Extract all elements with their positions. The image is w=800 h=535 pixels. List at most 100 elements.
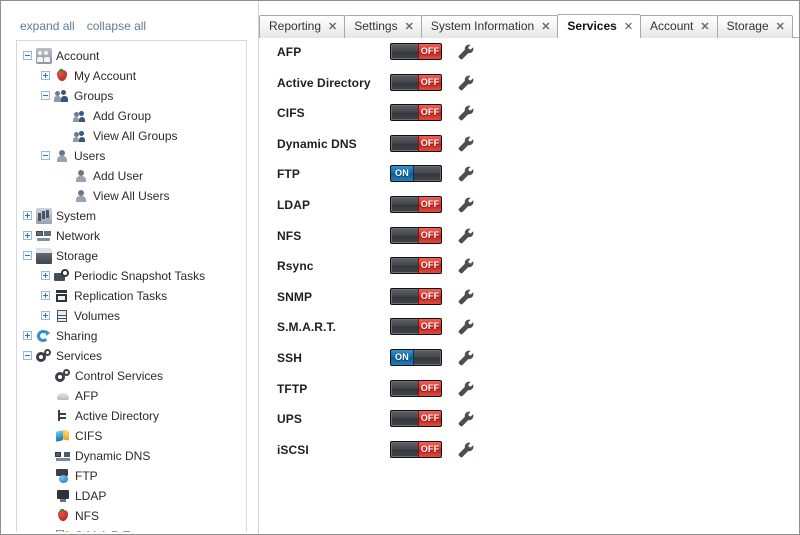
tree-item-add-group[interactable]: Add Group [17, 105, 246, 125]
tree-expand-icon[interactable] [41, 311, 50, 321]
service-toggle-off[interactable]: OFF [390, 226, 442, 244]
service-toggle-off[interactable]: OFF [390, 43, 442, 60]
smart-icon [55, 528, 71, 532]
wrench-icon[interactable] [457, 380, 475, 398]
service-toggle-off[interactable]: OFF [390, 195, 442, 213]
tree-item-ftp[interactable]: FTP [17, 465, 246, 485]
tree-item-view-all-groups[interactable]: View All Groups [17, 125, 246, 145]
tree-item-s-m-a-r-t[interactable]: S.M.A.R.T. [17, 525, 246, 532]
service-toggle-off[interactable]: OFF [390, 134, 442, 152]
service-name: Dynamic DNS [277, 136, 357, 151]
tab-close-icon[interactable]: ✕ [776, 17, 785, 38]
service-row: CIFS OFF [259, 99, 799, 130]
wrench-icon[interactable] [457, 318, 475, 336]
tree-collapse-icon[interactable] [41, 91, 50, 101]
wrench-icon[interactable] [457, 227, 475, 245]
tree-item-system[interactable]: System [17, 205, 246, 225]
tree-item-periodic-snapshot-tasks[interactable]: Periodic Snapshot Tasks [17, 265, 246, 285]
groups-icon [54, 88, 70, 104]
service-toggle-off[interactable]: OFF [390, 257, 442, 275]
tree-item-add-user[interactable]: Add User [17, 165, 246, 185]
tree-expand-icon[interactable] [23, 331, 32, 341]
wrench-icon[interactable] [457, 257, 475, 275]
tab-close-icon[interactable]: ✕ [405, 17, 414, 38]
tree-item-groups[interactable]: Groups [17, 85, 246, 105]
tree-item-control-services[interactable]: Control Services [17, 365, 246, 385]
wrench-icon[interactable] [457, 43, 475, 61]
service-row: UPS OFF [259, 405, 799, 436]
wrench-icon[interactable] [457, 410, 475, 428]
tab-close-icon[interactable]: ✕ [700, 17, 709, 38]
tree-collapse-icon[interactable] [23, 251, 32, 261]
tree-item-ldap[interactable]: LDAP [17, 485, 246, 505]
tab-close-icon[interactable]: ✕ [624, 16, 633, 38]
tree-expander-spacer [41, 411, 55, 420]
wrench-icon[interactable] [457, 104, 475, 122]
users-icon [54, 148, 70, 164]
tree-item-dynamic-dns[interactable]: Dynamic DNS [17, 445, 246, 465]
tab-label: Reporting [269, 19, 322, 33]
tree-item-network[interactable]: Network [17, 225, 246, 245]
tab-reporting[interactable]: Reporting ✕ [259, 15, 346, 38]
tree-item-storage[interactable]: Storage [17, 245, 246, 265]
service-toggle-off[interactable]: OFF [390, 379, 442, 397]
service-toggle-off[interactable]: OFF [390, 440, 442, 458]
tree-collapse-icon[interactable] [23, 51, 32, 61]
tree-item-sharing[interactable]: Sharing [17, 325, 246, 345]
tree-expand-icon[interactable] [23, 211, 32, 221]
service-name: Rsync [277, 259, 314, 274]
service-toggle-off[interactable]: OFF [390, 104, 442, 122]
service-row: SNMP OFF [259, 283, 799, 314]
collapse-all-link[interactable]: collapse all [87, 19, 146, 33]
tree-expander-spacer [41, 531, 55, 532]
tree-item-active-directory[interactable]: Active Directory [17, 405, 246, 425]
wrench-icon[interactable] [457, 196, 475, 214]
tree-expand-icon[interactable] [41, 271, 50, 281]
tab-close-icon[interactable]: ✕ [541, 17, 550, 38]
tree-item-account[interactable]: Account [17, 45, 246, 65]
service-toggle-on[interactable]: ON [390, 165, 442, 183]
tree-item-nfs[interactable]: NFS [17, 505, 246, 525]
tree-collapse-icon[interactable] [23, 351, 32, 361]
tree-item-label: CIFS [75, 428, 103, 443]
tree-item-replication-tasks[interactable]: Replication Tasks [17, 285, 246, 305]
tree-item-afp[interactable]: AFP [17, 385, 246, 405]
wrench-icon[interactable] [457, 441, 475, 459]
account-icon [36, 47, 52, 64]
tree-item-label: FTP [75, 468, 98, 483]
service-toggle-off[interactable]: OFF [390, 318, 442, 336]
tree-collapse-icon[interactable] [41, 151, 50, 161]
tree-expand-icon[interactable] [41, 71, 50, 81]
expand-all-link[interactable]: expand all [20, 19, 75, 33]
my-account-icon [54, 68, 70, 84]
tree-item-label: Groups [74, 88, 114, 103]
service-toggle-off[interactable]: OFF [390, 73, 442, 91]
tab-account[interactable]: Account ✕ [640, 15, 718, 38]
tree-expander-spacer [59, 171, 73, 180]
wrench-icon[interactable] [457, 165, 475, 183]
service-toggle-off[interactable]: OFF [390, 410, 442, 428]
tree-expand-icon[interactable] [41, 291, 50, 301]
tree-item-volumes[interactable]: Volumes [17, 305, 246, 325]
tree-item-my-account[interactable]: My Account [17, 65, 246, 85]
tab-settings[interactable]: Settings ✕ [344, 15, 422, 38]
network-icon [36, 228, 52, 244]
wrench-icon[interactable] [457, 135, 475, 153]
toggle-state-label: OFF [418, 411, 441, 427]
tab-storage[interactable]: Storage ✕ [716, 15, 793, 38]
wrench-icon[interactable] [457, 288, 475, 306]
wrench-icon[interactable] [457, 74, 475, 92]
service-toggle-off[interactable]: OFF [390, 287, 442, 305]
tree-item-services[interactable]: Services [17, 345, 246, 365]
tab-system-information[interactable]: System Information ✕ [420, 15, 559, 38]
tree-item-users[interactable]: Users [17, 145, 246, 165]
tab-services[interactable]: Services ✕ [557, 14, 642, 38]
tree-expander-spacer [41, 431, 55, 440]
tree-item-view-all-users[interactable]: View All Users [17, 185, 246, 205]
service-toggle-on[interactable]: ON [390, 348, 442, 366]
service-name: UPS [277, 412, 302, 427]
tab-close-icon[interactable]: ✕ [328, 17, 337, 38]
wrench-icon[interactable] [457, 349, 475, 367]
tree-expand-icon[interactable] [23, 231, 32, 241]
tree-item-cifs[interactable]: CIFS [17, 425, 246, 445]
